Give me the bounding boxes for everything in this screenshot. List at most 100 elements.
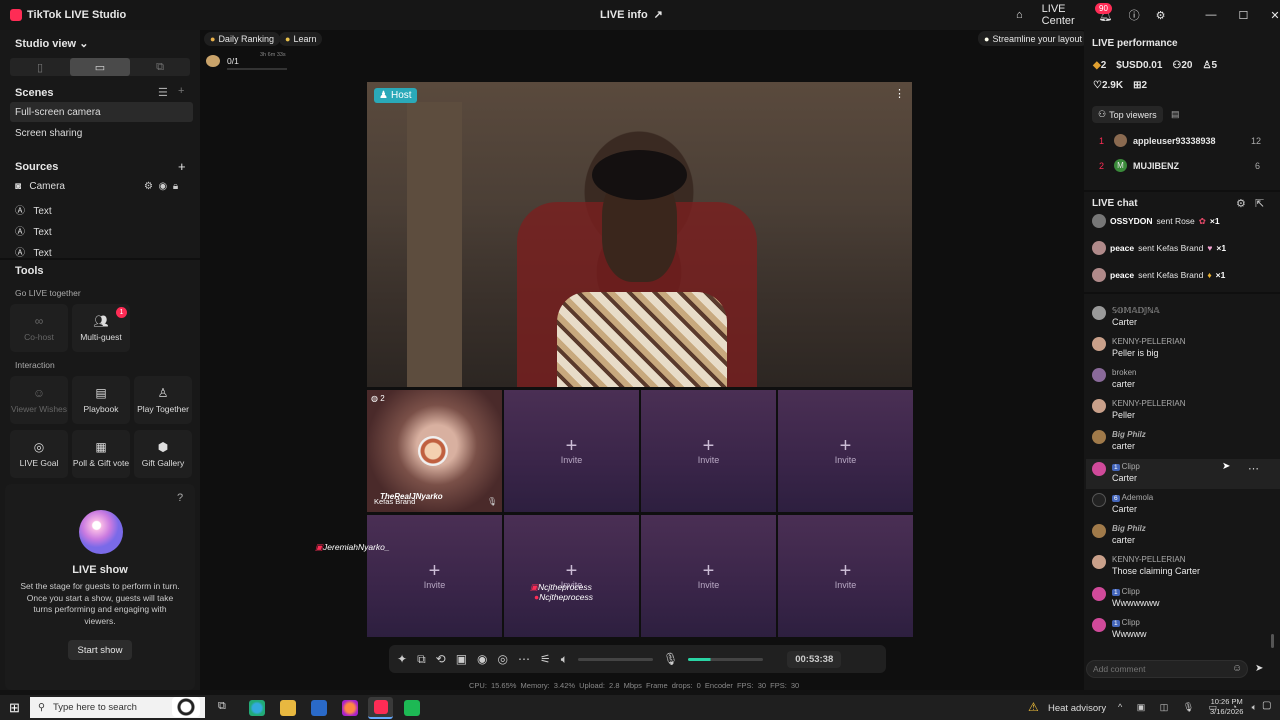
app-icon[interactable] [404,700,420,716]
landscape-layout-button[interactable]: ▭ [70,58,130,76]
scene-item-screen-sharing[interactable]: Screen sharing [15,128,82,139]
go-live-together-heading: Go LIVE together [15,288,81,298]
portrait-layout-button[interactable]: ▯ [10,58,70,76]
more-options-icon[interactable]: ⋮ [894,87,905,100]
list-icon[interactable]: ☰ [158,86,168,99]
minimize-icon[interactable]: — [1206,9,1217,21]
firefox-icon[interactable] [342,700,358,716]
level-badge: 1 [1112,589,1120,596]
performance-stats-row-1: ◆2 $USD0.01 ⚇20 ♙5 [1093,60,1218,71]
live-info-button[interactable]: LIVE info ↗ [600,8,663,22]
settings-icon[interactable]: ⚙ [1236,197,1246,210]
playbook-button[interactable]: ▤ Playbook [72,376,130,424]
learn-button[interactable]: ● Learn [279,32,323,46]
guest-avatar [418,436,448,466]
more-options-icon[interactable]: ⋯ [1248,462,1259,475]
invite-slot-3[interactable]: + Invite [641,390,776,512]
link-icon: ∞ [34,314,44,328]
add-source-icon[interactable]: + [178,159,186,174]
viewer-icon: ◍ [371,394,378,403]
clock[interactable]: 10:26 PM 3/16/2026 [1210,697,1243,717]
invite-slot-5[interactable]: + Invite [367,515,502,637]
layout-icon[interactable]: ▣ [456,652,467,666]
settings-icon[interactable]: ⚙ [1156,9,1166,22]
invite-slot-4[interactable]: + Invite [778,390,913,512]
settings-icon[interactable]: ⚙ [144,181,153,192]
poll-gift-vote-button[interactable]: ▦ Poll & Gift vote [72,430,130,478]
close-icon[interactable]: ✕ [1270,9,1279,22]
volume-icon[interactable]: 🔈︎ [561,652,568,667]
daily-ranking-button[interactable]: ● Daily Ranking [204,32,280,46]
top-viewers-tab[interactable]: ⚇ Top viewers [1092,106,1163,123]
play-together-button[interactable]: ♙ Play Together [134,376,192,424]
edge-icon[interactable] [249,700,265,716]
windows-start-icon[interactable]: ⊞ [9,700,20,716]
overlay-text-2: ●Ncjtheprocess [534,592,593,602]
start-show-button[interactable]: Start show [68,640,132,660]
maximize-icon[interactable]: ☐ [1239,9,1249,22]
divider [1084,190,1280,192]
popout-icon[interactable]: ⇱ [1255,197,1264,210]
mixer-icon[interactable]: ⚟ [540,652,551,666]
volume-slider[interactable] [577,657,653,661]
live-timer: 00:53:38 [787,650,842,668]
add-comment-input[interactable] [1086,660,1248,678]
add-scene-icon[interactable]: + [178,85,184,97]
streamline-layout-button[interactable]: ● Streamline your layout [978,31,1088,46]
tiktok-app-taskbar[interactable] [368,697,393,719]
record-icon[interactable]: ◉ [477,652,487,666]
studio-view-dropdown[interactable]: Studio view ⌄ [15,37,88,50]
viewer-name[interactable]: MUJIBENZ [1133,161,1179,171]
send-icon[interactable]: ➤ [1255,663,1263,674]
microphone-icon[interactable]: 🎙︎ [663,652,678,666]
source-item-text[interactable]: Ⓐ Text [15,244,52,259]
invite-slot-7[interactable]: + Invite [641,515,776,637]
layout-switcher: ▯ ▭ ⧉ [10,58,190,76]
help-icon[interactable]: ? [177,492,183,504]
mic-level-slider[interactable] [688,657,764,661]
viewer-wishes-button[interactable]: ☺ Viewer Wishes [10,376,68,424]
scenes-heading: Scenes [15,87,54,99]
task-view-icon[interactable]: ⧉ [218,700,234,716]
source-item-text[interactable]: Ⓐ Text [15,202,52,217]
folder-icon[interactable] [280,700,296,716]
avatar: M [1114,159,1127,172]
eye-icon[interactable]: ◉ [159,181,168,192]
source-item-camera[interactable]: ◙ Camera [15,181,65,192]
viewer-name[interactable]: appleuser93338938 [1133,136,1216,146]
lock-icon[interactable]: 🔒︎ [173,181,178,192]
store-icon[interactable] [311,700,327,716]
source-item-text[interactable]: Ⓐ Text [15,223,52,238]
emoji-icon[interactable]: ☺ [1232,663,1242,674]
live-info-label: LIVE info [600,8,648,21]
invite-slot-2[interactable]: + Invite [504,390,639,512]
magic-wand-icon[interactable]: ✦ [397,652,407,666]
goal-trophy-icon [206,55,220,67]
goal-progress-bar [227,68,287,70]
gift-gallery-button[interactable]: ⬢ Gift Gallery [134,430,192,478]
live-chat-title: LIVE chat [1092,198,1138,209]
list-icon[interactable]: ▤ [1171,109,1180,120]
performance-stats-row-2: ♡2.9K ⊞2 [1093,80,1148,91]
help-icon[interactable]: ⓘ [1129,7,1140,23]
camera-switch-icon[interactable]: ◎ [498,652,508,666]
screen-capture-icon[interactable]: ⧉ [417,652,426,667]
mic-icon[interactable]: 🎙︎ [487,497,497,506]
more-icon[interactable]: ⋯ [518,652,530,666]
weather-text[interactable]: Heat advisory [1048,703,1106,714]
live-goal-button[interactable]: ◎ LIVE Goal [10,430,68,478]
effects-icon[interactable]: ⟲ [436,652,446,666]
viewer-rank: 2 [1099,161,1105,171]
heart-icon: ♡ [1093,80,1102,91]
chat-scrollbar[interactable] [1271,634,1274,648]
live-center-button[interactable]: ⌂ LIVE Center [1008,3,1083,27]
cohost-button[interactable]: ∞ Co-host [10,304,68,352]
invite-slot-6[interactable]: + Invite [504,515,639,637]
tiktok-logo-icon [373,700,388,714]
notification-center-icon[interactable]: ▢ [1262,700,1271,711]
dual-layout-button[interactable]: ⧉ [130,58,190,76]
disco-ball-icon [79,510,123,554]
invite-slot-8[interactable]: + Invite [778,515,913,637]
gift-icon: ⬢ [157,440,169,454]
avatar [1092,241,1106,255]
